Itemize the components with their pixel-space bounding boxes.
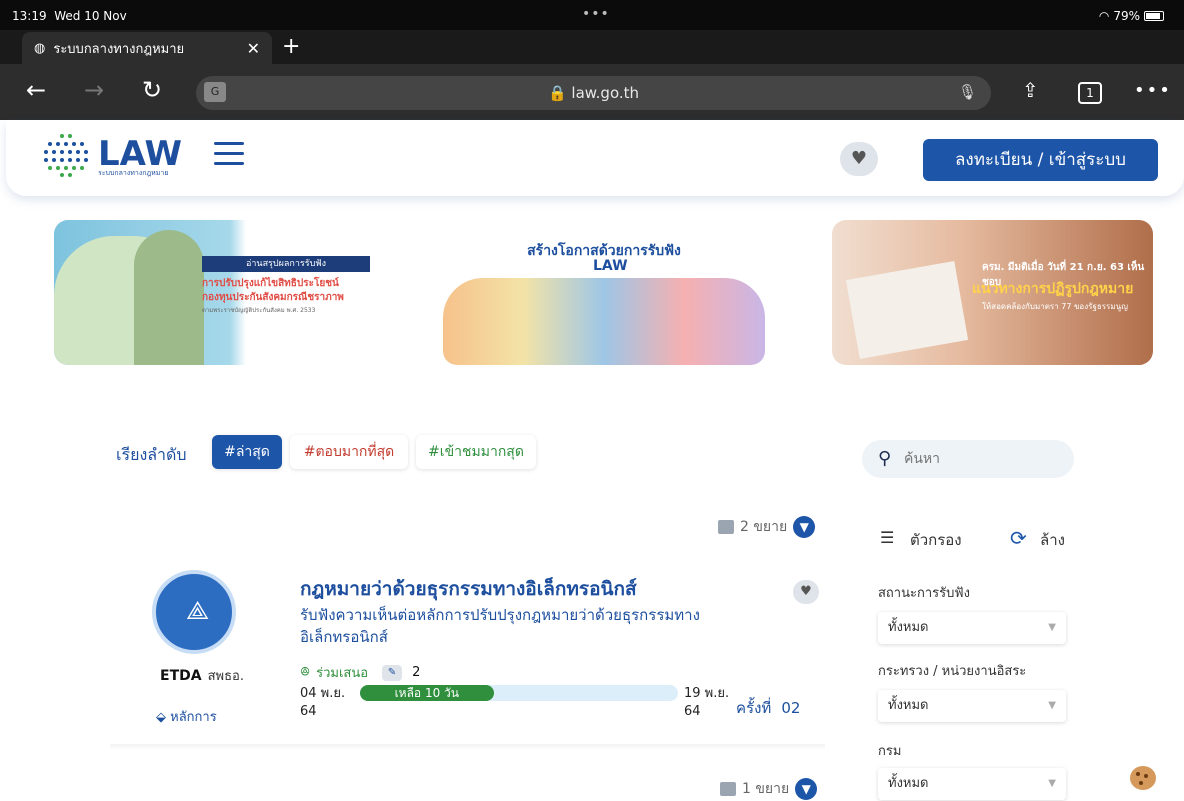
banner-line: ให้สอดคล้องกับมาตรา 77 ของรัฐธรรมนูญ: [982, 302, 1128, 311]
agency-name: ETDA สพธอ.: [160, 668, 244, 684]
expand-control[interactable]: 1 ขยาย ▼: [720, 778, 818, 800]
expand-label: 1 ขยาย: [742, 781, 790, 797]
category-tag[interactable]: ⬙ หลักการ: [156, 706, 217, 727]
site-header: LAW ระบบกลางทางกฎหมาย ♥ ลงทะเบียน / เข้า…: [6, 120, 1184, 196]
chevron-down-icon: ▼: [1048, 778, 1056, 789]
banner-logo-text: LAW: [593, 258, 628, 274]
document-icon: [718, 520, 734, 534]
reload-button[interactable]: ↻: [142, 76, 162, 104]
sort-chip-most-viewed[interactable]: #เข้าชมมากสุด: [416, 435, 536, 469]
battery-percent: 79%: [1113, 9, 1140, 23]
search-icon: ⚲: [878, 448, 892, 469]
address-bar[interactable]: G 🔒 law.go.th 🎙: [196, 76, 991, 110]
battery-icon: [1144, 11, 1164, 21]
wifi-icon: ◠: [1098, 9, 1110, 23]
arrow-down-icon[interactable]: ▼: [793, 516, 816, 538]
banner-line: ตามพระราชบัญญัติประกันสังคม พ.ศ. 2533: [202, 307, 316, 314]
filter-header: ☰ ตัวกรอง ⟳ ล้าง: [880, 526, 1080, 550]
filter-label-ministry: กระทรวง / หน่วยงานอิสระ: [878, 664, 1027, 679]
hearing-description: รับฟังความเห็นต่อหลักการปรับปรุงกฎหมายว่…: [300, 606, 700, 646]
favorites-heart-icon[interactable]: ♥: [840, 142, 878, 176]
signal-tower-icon: ⟁: [186, 596, 210, 626]
end-date: 19 พ.ย. 64: [684, 686, 730, 719]
banner-illustration: [845, 261, 969, 359]
tab-count-button[interactable]: 1: [1078, 82, 1102, 104]
refresh-icon[interactable]: ⟳: [1010, 526, 1027, 550]
banner-illustration: [443, 278, 765, 365]
banner-law-reform[interactable]: ครม. มีมติเมื่อ วันที่ 21 ก.ย. 63 เห็นชอ…: [832, 220, 1153, 365]
banner-line: การปรับปรุงแก้ไขสิทธิประโยชน์: [202, 278, 339, 289]
banner-title-bar: อ่านสรุปผลการรับฟัง: [202, 256, 370, 272]
filter-label-status: สถานะการรับฟัง: [878, 586, 970, 601]
browser-tab[interactable]: ◍ ระบบกลางทางกฎหมาย ✕: [22, 32, 272, 64]
multitask-dots-icon[interactable]: •••: [582, 6, 610, 22]
sliders-icon[interactable]: ☰: [880, 528, 894, 547]
hamburger-menu-icon[interactable]: [214, 142, 244, 166]
close-tab-icon[interactable]: ✕: [247, 39, 260, 58]
expand-control[interactable]: 2 ขยาย ▼: [718, 516, 816, 538]
sort-label: เรียงลำดับ: [116, 445, 187, 464]
arrow-down-icon[interactable]: ▼: [795, 778, 818, 800]
banner-line: กองทุนประกันสังคมกรณีชราภาพ: [202, 292, 344, 303]
document-icon: [720, 782, 736, 796]
sort-chip-most-answered[interactable]: #ตอบมากที่สุด: [290, 435, 408, 469]
site-logo-subtitle: ระบบกลางทางกฎหมาย: [98, 169, 169, 177]
filter-label[interactable]: ตัวกรอง: [910, 528, 962, 552]
filter-label-department: กรม: [878, 744, 902, 759]
participate-label[interactable]: ร่วมเสนอ: [316, 662, 368, 683]
start-date: 04 พ.ย. 64: [300, 686, 346, 719]
favorite-heart-icon[interactable]: ♥: [793, 580, 819, 604]
filter-select-status[interactable]: ทั้งหมด ▼: [878, 612, 1066, 644]
search-box: ⚲: [862, 440, 1074, 478]
card-divider: [110, 744, 825, 750]
status-bar: 13:19 Wed 10 Nov ••• ◠ 79%: [0, 0, 1184, 30]
status-time: 13:19 Wed 10 Nov: [12, 9, 127, 23]
tab-title: ระบบกลางทางกฎหมาย: [53, 41, 185, 57]
chevron-down-icon: ▼: [1048, 622, 1056, 633]
hearing-title[interactable]: กฎหมายว่าด้วยธุรกรรมทางอิเล็กทรอนิกส์: [300, 574, 637, 604]
hearing-card[interactable]: ⟁ ETDA สพธอ. ⬙ หลักการ กฎหมายว่าด้วยธุรกร…: [110, 560, 825, 750]
globe-icon: ◍: [34, 40, 46, 56]
agency-avatar: ⟁: [152, 570, 236, 654]
banner-social-security[interactable]: อ่านสรุปผลการรับฟัง การปรับปรุงแก้ไขสิทธ…: [54, 220, 374, 365]
expand-label: 2 ขยาย: [740, 519, 788, 535]
share-icon[interactable]: ⇪: [1022, 78, 1039, 102]
search-input[interactable]: [904, 448, 1054, 470]
law-logo-icon: [44, 134, 88, 177]
sort-chip-latest[interactable]: #ล่าสุด: [212, 435, 282, 469]
url-text: 🔒 law.go.th: [547, 84, 640, 102]
time-remaining-progress: เหลือ 10 วัน: [360, 685, 678, 701]
reset-label[interactable]: ล้าง: [1040, 528, 1065, 552]
comment-count: 2: [412, 665, 421, 680]
filter-select-department[interactable]: ทั้งหมด ▼: [878, 768, 1066, 800]
microphone-icon[interactable]: 🎙: [958, 83, 977, 101]
participate-row: ꔮ ร่วมเสนอ ✎ 2: [300, 662, 420, 683]
banner-opportunity[interactable]: สร้างโอกาสด้วยการรับฟัง LAW: [443, 220, 765, 365]
progress-fill: เหลือ 10 วัน: [360, 685, 494, 701]
cookie-settings-icon[interactable]: [1130, 766, 1156, 790]
new-tab-button[interactable]: +: [282, 34, 300, 59]
banner-heading: แนวทางการปฏิรูปกฎหมาย: [972, 281, 1134, 297]
pencil-icon: ✎: [382, 664, 403, 681]
people-icon: ꔮ: [300, 665, 311, 680]
back-button[interactable]: ←: [26, 76, 46, 104]
more-menu-icon[interactable]: •••: [1134, 80, 1172, 101]
browser-toolbar: ← → ↻ G 🔒 law.go.th 🎙 ⇪ 1 •••: [0, 64, 1184, 120]
tab-bar: ◍ ระบบกลางทางกฎหมาย ✕ +: [0, 30, 1184, 64]
filter-select-ministry[interactable]: ทั้งหมด ▼: [878, 690, 1066, 722]
battery-status: ◠ 79%: [1099, 9, 1164, 23]
chevron-down-icon: ▼: [1048, 700, 1056, 711]
round-number: ครั้งที่ 02: [736, 699, 801, 717]
register-login-button[interactable]: ลงทะเบียน / เข้าสู่ระบบ: [923, 139, 1158, 181]
forward-button[interactable]: →: [84, 76, 104, 104]
